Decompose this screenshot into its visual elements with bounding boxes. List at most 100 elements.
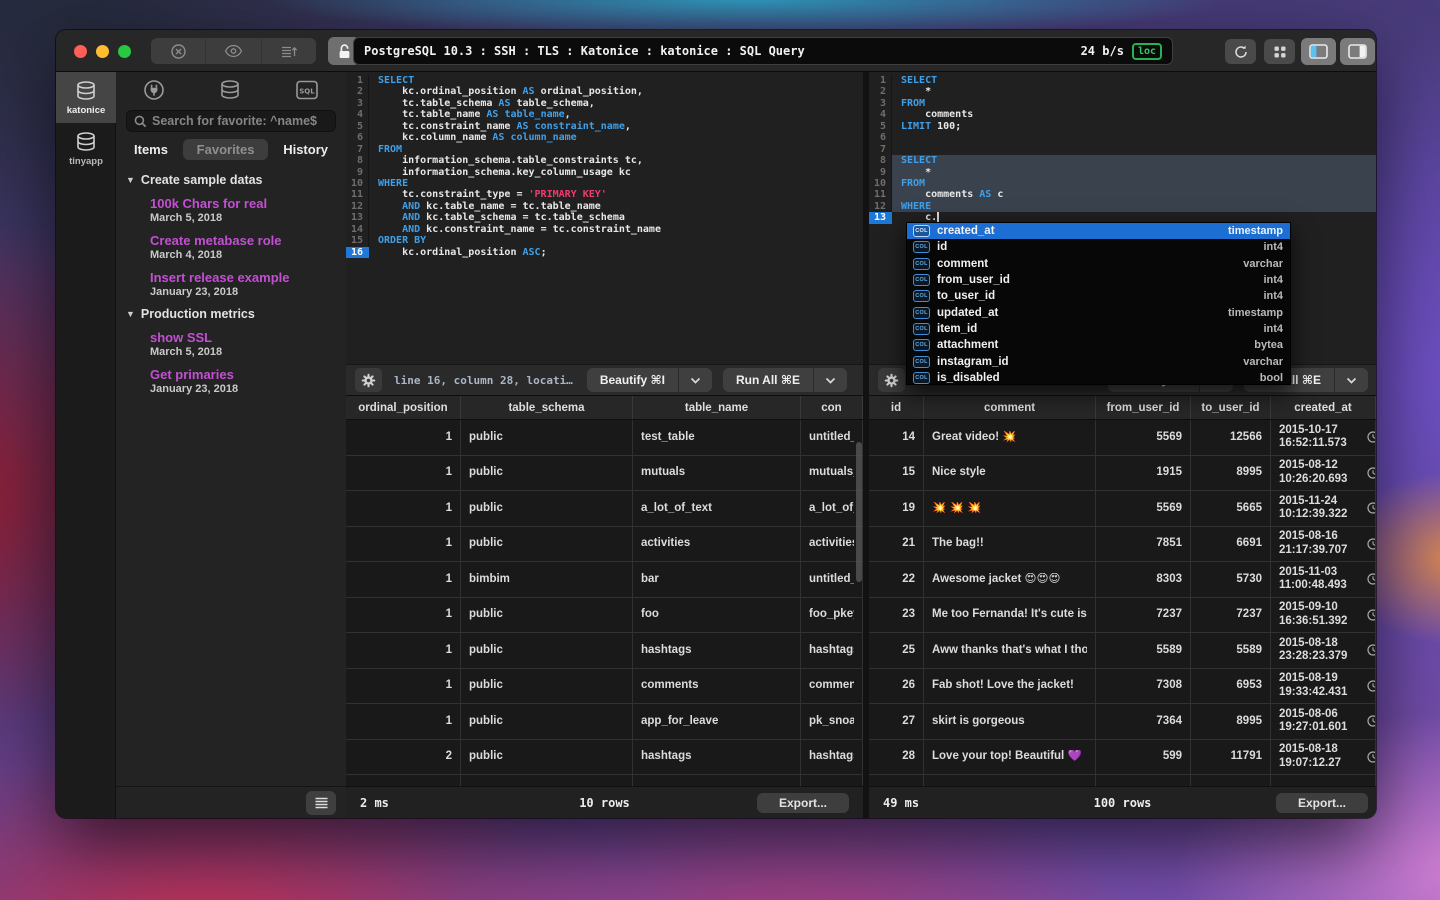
favorite-item[interactable]: Create metabase roleMarch 4, 2018 xyxy=(116,228,346,265)
autocomplete-item-updated_at[interactable]: COLupdated_attimestamp xyxy=(907,304,1290,320)
table-row[interactable]: 2015-11-0 xyxy=(869,775,1376,786)
table-row[interactable]: 27skirt is gorgeous736489952015-08-06 19… xyxy=(869,704,1376,740)
table-row[interactable]: 1publica_lot_of_texta_lot_of_t xyxy=(346,491,863,527)
minimize-window-button[interactable] xyxy=(96,45,109,58)
beautify-dropdown[interactable] xyxy=(679,368,712,392)
table-row[interactable]: 1publicfoofoo_pkey xyxy=(346,598,863,634)
editor-settings-button[interactable] xyxy=(355,368,382,392)
export-button[interactable]: Export... xyxy=(757,793,849,813)
autocomplete-item-id[interactable]: COLidint4 xyxy=(907,239,1290,255)
favorites-group[interactable]: ▼Production metrics xyxy=(116,302,346,325)
window-title-field: PostgreSQL 10.3 : SSH : TLS : Katonice :… xyxy=(353,37,1173,65)
refresh-icon xyxy=(1233,44,1249,60)
autocomplete-item-created_at[interactable]: COLcreated_attimestamp xyxy=(907,223,1290,239)
table-row[interactable]: 2publichashtagshashtags_ xyxy=(346,740,863,776)
table-row[interactable]: 1publichashtagshashtags_ xyxy=(346,633,863,669)
disclosure-triangle-icon[interactable]: ▼ xyxy=(126,309,135,319)
column-header-con[interactable]: con xyxy=(801,396,863,419)
column-header-created_at[interactable]: created_at xyxy=(1271,396,1376,419)
autocomplete-item-to_user_id[interactable]: COLto_user_idint4 xyxy=(907,288,1290,304)
tab-items[interactable]: Items xyxy=(134,142,168,157)
table-row[interactable]: 23Me too Fernanda! It's cute isn't it 😊😋… xyxy=(869,598,1376,634)
toggle-right-panel-button[interactable] xyxy=(1340,38,1375,65)
beautify-label[interactable]: Beautify ⌘I xyxy=(587,368,679,392)
table-row[interactable]: 1publictest_tableuntitled_t xyxy=(346,420,863,456)
column-header-table_schema[interactable]: table_schema xyxy=(461,396,633,419)
open-items-grid-button[interactable] xyxy=(1264,39,1295,64)
column-header-id[interactable]: id xyxy=(869,396,924,419)
column-header-comment[interactable]: comment xyxy=(924,396,1096,419)
table-row[interactable]: 15Nice style191589952015-08-12 10:26:20.… xyxy=(869,456,1376,492)
close-connection-button[interactable] xyxy=(151,38,206,64)
run-all-label[interactable]: Run All ⌘E xyxy=(723,368,814,392)
run-dropdown[interactable] xyxy=(814,368,847,392)
autocomplete-item-attachment[interactable]: COLattachmentbytea xyxy=(907,337,1290,353)
sidebar-menu-button[interactable] xyxy=(306,791,336,815)
clock-icon[interactable] xyxy=(1367,751,1376,763)
clock-icon[interactable] xyxy=(1367,573,1376,585)
table-row[interactable]: 28Love your top! Beautiful 💜599117912015… xyxy=(869,740,1376,776)
close-window-button[interactable] xyxy=(74,45,87,58)
favorite-item[interactable]: Insert release exampleJanuary 23, 2018 xyxy=(116,265,346,302)
table-row[interactable] xyxy=(346,775,863,786)
favorite-item[interactable]: 100k Chars for realMarch 5, 2018 xyxy=(116,191,346,228)
clock-icon[interactable] xyxy=(1367,644,1376,656)
run-dropdown[interactable] xyxy=(1335,368,1368,392)
left-query-pane: 1SELECT2 kc.ordinal_position AS ordinal_… xyxy=(346,72,863,786)
table-row[interactable]: 21The bag!!785166912015-08-16 21:17:39.7… xyxy=(869,527,1376,563)
favorite-item[interactable]: Get primariesJanuary 23, 2018 xyxy=(116,362,346,399)
clock-icon[interactable] xyxy=(1367,680,1376,692)
table-scrollbar[interactable] xyxy=(856,442,862,582)
clock-icon[interactable] xyxy=(1367,502,1376,514)
toggle-left-panel-button[interactable] xyxy=(1301,38,1336,65)
table-row[interactable]: 1publicactivitiesactivities_ xyxy=(346,527,863,563)
connection-plug-icon[interactable] xyxy=(143,79,165,101)
database-structure-icon[interactable] xyxy=(218,79,242,101)
clock-icon[interactable] xyxy=(1367,538,1376,550)
favorites-group[interactable]: ▼Create sample datas xyxy=(116,168,346,191)
table-row[interactable]: 19💥 💥 💥556956652015-11-24 10:12:39.322 xyxy=(869,491,1376,527)
zoom-window-button[interactable] xyxy=(118,45,131,58)
table-row[interactable]: 1bimbimbaruntitled_t xyxy=(346,562,863,598)
cell-value: hashtags_ xyxy=(809,644,854,658)
autocomplete-item-comment[interactable]: COLcommentvarchar xyxy=(907,256,1290,272)
favorite-item[interactable]: show SSLMarch 5, 2018 xyxy=(116,325,346,362)
commit-log-button[interactable] xyxy=(262,38,316,64)
table-cell: a_lot_of_text xyxy=(633,491,801,526)
clock-icon[interactable] xyxy=(1367,467,1376,479)
table-row[interactable]: 1publicmutualsmutuals_ xyxy=(346,456,863,492)
column-header-ordinal_position[interactable]: ordinal_position xyxy=(346,396,461,419)
tab-history[interactable]: History xyxy=(283,142,328,157)
clock-icon[interactable] xyxy=(1367,715,1376,727)
tab-favorites[interactable]: Favorites xyxy=(183,139,269,160)
autocomplete-item-item_id[interactable]: COLitem_idint4 xyxy=(907,321,1290,337)
column-header-table_name[interactable]: table_name xyxy=(633,396,801,419)
cell-value: 1 xyxy=(446,608,452,622)
column-header-from_user_id[interactable]: from_user_id xyxy=(1096,396,1191,419)
table-row[interactable]: 14Great video! 💥5569125662015-10-17 16:5… xyxy=(869,420,1376,456)
autocomplete-item-is_disabled[interactable]: COLis_disabledbool xyxy=(907,370,1290,386)
table-row[interactable]: 1publiccommentscomment xyxy=(346,669,863,705)
refresh-button[interactable] xyxy=(1225,39,1256,64)
clock-icon[interactable] xyxy=(1367,609,1376,621)
column-header-to_user_id[interactable]: to_user_id xyxy=(1191,396,1271,419)
code-line: 5LIMIT 100; xyxy=(869,121,1376,132)
export-button[interactable]: Export... xyxy=(1276,793,1368,813)
editor-settings-button[interactable] xyxy=(878,368,905,392)
disclosure-triangle-icon[interactable]: ▼ xyxy=(126,175,135,185)
clock-icon[interactable] xyxy=(1367,431,1376,443)
suggestion-type: bytea xyxy=(1254,339,1283,351)
table-row[interactable]: 1publicapp_for_leavepk_snoa xyxy=(346,704,863,740)
autocomplete-item-instagram_id[interactable]: COLinstagram_idvarchar xyxy=(907,353,1290,369)
code-line: 10FROM xyxy=(869,178,1376,189)
table-row[interactable]: 25Aww thanks that's what I thought to lo… xyxy=(869,633,1376,669)
table-row[interactable]: 22Awesome jacket 😍😍😍830357302015-11-03 1… xyxy=(869,562,1376,598)
connection-item-katonice[interactable]: katonice xyxy=(56,72,116,123)
table-row[interactable]: 26Fab shot! Love the jacket!730869532015… xyxy=(869,669,1376,705)
connection-item-tinyapp[interactable]: tinyapp xyxy=(56,123,116,174)
left-sql-editor[interactable]: 1SELECT2 kc.ordinal_position AS ordinal_… xyxy=(346,72,863,364)
autocomplete-item-from_user_id[interactable]: COLfrom_user_idint4 xyxy=(907,272,1290,288)
favorite-search-input[interactable]: Search for favorite: ^name$ xyxy=(126,110,336,132)
preview-button[interactable] xyxy=(206,38,261,64)
sql-query-icon[interactable]: SQL xyxy=(295,80,319,100)
